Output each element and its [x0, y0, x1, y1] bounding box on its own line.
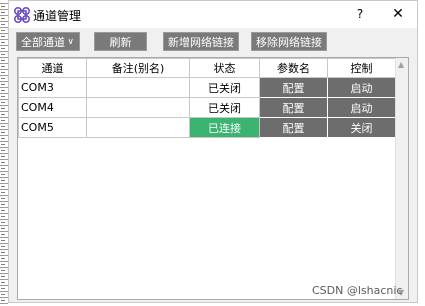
- table-row[interactable]: COM4 已关闭 配置 启动: [18, 97, 396, 118]
- title-bar: 通道管理 ? ✕: [9, 1, 417, 28]
- column-header-param[interactable]: 参数名: [259, 58, 328, 78]
- channels-icon: [13, 6, 31, 24]
- channel-cell[interactable]: COM5: [18, 117, 87, 138]
- channel-management-dialog: 通道管理 ? ✕ 全部通道 ∨ 刷新 新增网络链接 移除网络链接 通道 备注(别…: [8, 0, 418, 303]
- scroll-up-icon[interactable]: ▲: [398, 60, 404, 69]
- help-button[interactable]: ?: [352, 6, 368, 22]
- config-button[interactable]: 配置: [259, 77, 328, 98]
- column-header-control[interactable]: 控制: [327, 58, 396, 78]
- status-cell: 已关闭: [189, 97, 260, 118]
- start-button[interactable]: 启动: [327, 97, 396, 118]
- channel-table: 通道 备注(别名) 状态 参数名 控制 COM3 已关闭 配置 启动 COM4: [17, 57, 409, 300]
- column-header-alias[interactable]: 备注(别名): [86, 58, 190, 78]
- config-button[interactable]: 配置: [259, 117, 328, 138]
- table-row[interactable]: COM3 已关闭 配置 启动: [18, 77, 396, 98]
- channel-filter-value: 全部通道: [21, 36, 65, 49]
- table-row[interactable]: COM5 已连接 配置 关闭: [18, 117, 396, 138]
- channel-filter-select[interactable]: 全部通道 ∨: [16, 32, 80, 51]
- alias-cell[interactable]: [86, 97, 190, 118]
- channel-cell[interactable]: COM4: [18, 97, 87, 118]
- chevron-down-icon: ∨: [67, 37, 74, 47]
- column-header-channel[interactable]: 通道: [18, 58, 87, 78]
- remove-network-link-button[interactable]: 移除网络链接: [251, 32, 327, 51]
- add-network-link-button[interactable]: 新增网络链接: [163, 32, 239, 51]
- stop-button[interactable]: 关闭: [327, 117, 396, 138]
- config-button[interactable]: 配置: [259, 97, 328, 118]
- left-edge-decoration-inner: [1, 2, 5, 302]
- table-header-row: 通道 备注(别名) 状态 参数名 控制: [18, 58, 396, 78]
- close-button[interactable]: ✕: [389, 5, 407, 23]
- alias-cell[interactable]: [86, 77, 190, 98]
- status-cell: 已关闭: [189, 77, 260, 98]
- column-header-status[interactable]: 状态: [189, 58, 260, 78]
- status-cell: 已连接: [189, 117, 260, 138]
- alias-cell[interactable]: [86, 117, 190, 138]
- start-button[interactable]: 启动: [327, 77, 396, 98]
- channel-cell[interactable]: COM3: [18, 77, 87, 98]
- watermark: CSDN @lshacnic: [312, 284, 403, 297]
- vertical-scrollbar[interactable]: ▲ ▼: [395, 58, 408, 299]
- refresh-button[interactable]: 刷新: [94, 32, 147, 51]
- window-title: 通道管理: [33, 9, 82, 23]
